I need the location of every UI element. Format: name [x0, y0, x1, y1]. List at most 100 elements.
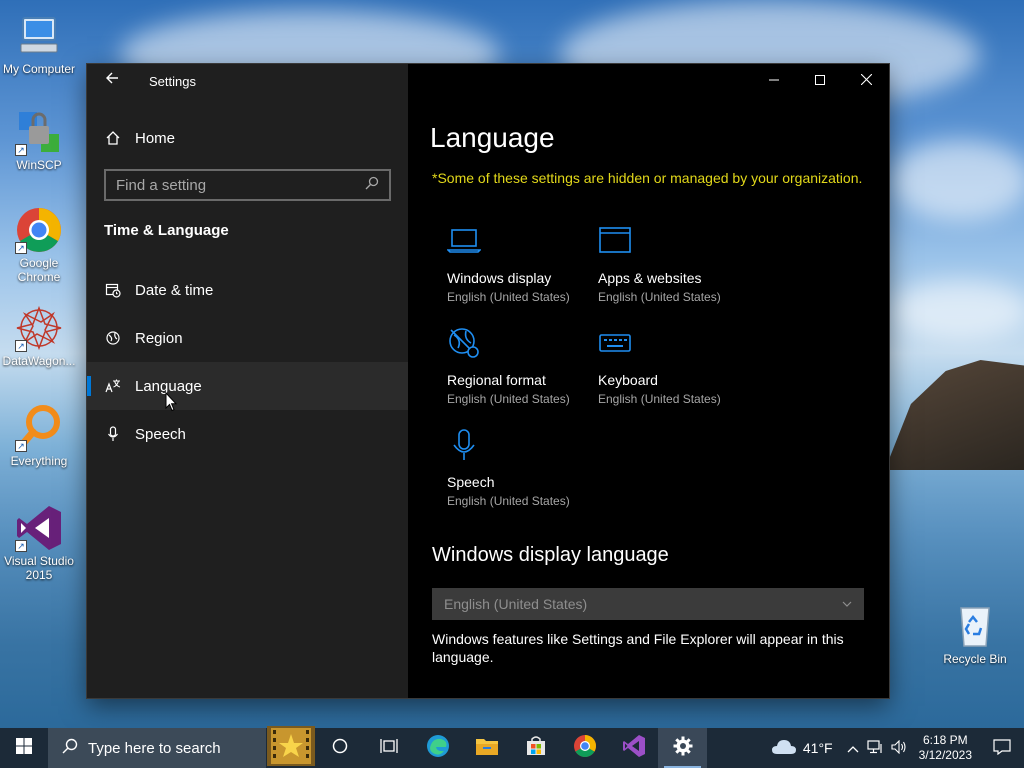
- find-setting-input[interactable]: Find a setting: [104, 169, 391, 201]
- tile-apps-websites[interactable]: Apps & websites English (United States): [598, 224, 748, 304]
- chevron-up-icon[interactable]: [847, 741, 859, 756]
- desktop-icon-everything[interactable]: ↗ Everything: [0, 404, 78, 468]
- display-language-description: Windows features like Settings and File …: [432, 631, 844, 665]
- sidebar-item-label: Date & time: [135, 281, 214, 299]
- window-title: Settings: [149, 74, 196, 89]
- tile-subtitle: English (United States): [447, 494, 570, 508]
- settings-window: Settings Home Find a setting Time & Lang…: [87, 64, 889, 698]
- back-button[interactable]: [97, 70, 127, 94]
- laptop-icon: [446, 224, 482, 258]
- close-icon: [860, 72, 872, 90]
- home-icon: [104, 129, 122, 147]
- weather-widget[interactable]: 41°F: [771, 739, 833, 758]
- app-window-icon: [598, 224, 632, 258]
- tile-windows-display[interactable]: Windows display English (United States): [446, 224, 597, 304]
- minimize-icon: [769, 72, 779, 90]
- taskbar-app-store[interactable]: [511, 728, 560, 768]
- desktop-icon-label: Recycle Bin: [943, 652, 1007, 666]
- store-bag-icon: [525, 735, 547, 762]
- minimize-button[interactable]: [751, 64, 797, 98]
- cortana-button[interactable]: [315, 728, 364, 768]
- clock[interactable]: 6:18 PM 3/12/2023: [911, 733, 980, 763]
- sidebar-item-region[interactable]: Region: [87, 314, 408, 362]
- taskbar-app-visual-studio[interactable]: [609, 728, 658, 768]
- tile-speech[interactable]: Speech English (United States): [447, 428, 597, 508]
- desktop-icon-recycle-bin[interactable]: Recycle Bin: [936, 602, 1014, 666]
- display-language-heading: Windows display language: [432, 544, 669, 566]
- film-star-icon: [266, 725, 315, 768]
- regional-format-icon: [447, 326, 481, 360]
- desktop-icon-google-chrome[interactable]: ↗ Google Chrome: [0, 206, 78, 284]
- sidebar-item-date-time[interactable]: Date & time: [87, 266, 408, 314]
- gear-icon: [673, 736, 693, 761]
- language-icon: [104, 377, 122, 395]
- sidebar-item-home[interactable]: Home: [87, 114, 408, 162]
- cloud-icon: [771, 739, 797, 758]
- chrome-icon: [573, 734, 597, 763]
- date-time-icon: [104, 281, 122, 299]
- taskbar-app-settings[interactable]: [658, 728, 707, 768]
- tile-name: Speech: [447, 474, 495, 490]
- visual-studio-icon: ↗: [15, 504, 63, 552]
- desktop-icon-my-computer[interactable]: My Computer: [0, 12, 78, 76]
- system-tray: 41°F 6:18 PM 3/12/2023: [771, 728, 1024, 768]
- taskbar-app-file-explorer[interactable]: [462, 728, 511, 768]
- mouse-cursor-icon: [165, 391, 178, 412]
- title-bar: Settings: [87, 64, 408, 98]
- organization-notice: *Some of these settings are hidden or ma…: [432, 170, 863, 186]
- recycle-bin-icon: [951, 602, 999, 650]
- page-title: Language: [430, 122, 555, 153]
- tile-regional-format[interactable]: Regional format English (United States): [447, 326, 597, 406]
- clock-date: 3/12/2023: [918, 748, 972, 762]
- desktop-icon-label: Google Chrome: [17, 256, 61, 284]
- action-center-button[interactable]: [980, 738, 1024, 758]
- tile-name: Windows display: [447, 270, 552, 286]
- settings-sidebar: Settings Home Find a setting Time & Lang…: [87, 64, 408, 698]
- sidebar-item-speech[interactable]: Speech: [87, 410, 408, 458]
- search-icon: [62, 738, 78, 758]
- maximize-icon: [815, 72, 825, 90]
- tile-keyboard[interactable]: Keyboard English (United States): [598, 326, 748, 406]
- winscp-icon: ↗: [15, 108, 63, 156]
- tile-subtitle: English (United States): [598, 290, 721, 304]
- taskbar-search-box[interactable]: Type here to search: [48, 728, 266, 768]
- tile-name: Apps & websites: [598, 270, 702, 286]
- close-button[interactable]: [843, 64, 889, 98]
- desktop-icon-datawagon[interactable]: ↗ DataWagon...: [0, 304, 78, 368]
- taskbar-app-media[interactable]: [266, 725, 315, 768]
- weather-temperature: 41°F: [802, 740, 833, 756]
- datawagon-icon: ↗: [15, 304, 63, 352]
- maximize-button[interactable]: [797, 64, 843, 98]
- start-button[interactable]: [0, 728, 48, 768]
- desktop-icon-label: WinSCP: [16, 158, 62, 172]
- taskbar-app-edge[interactable]: [413, 728, 462, 768]
- clock-time: 6:18 PM: [922, 733, 968, 747]
- taskbar-search-placeholder: Type here to search: [88, 739, 221, 757]
- tile-subtitle: English (United States): [598, 392, 721, 406]
- sidebar-section-heading: Time & Language: [104, 222, 229, 239]
- taskbar: Type here to search 41°F 6:18 PM 3/12/20…: [0, 725, 1024, 768]
- desktop-icon-label: Visual Studio 2015: [4, 554, 74, 582]
- volume-icon[interactable]: [891, 739, 907, 757]
- sidebar-item-label: Home: [135, 129, 176, 147]
- windows-logo-icon: [16, 737, 32, 759]
- sidebar-item-label: Speech: [135, 425, 186, 443]
- magnifier-icon: ↗: [15, 404, 63, 452]
- taskbar-app-chrome[interactable]: [560, 728, 609, 768]
- display-language-select[interactable]: English (United States): [432, 588, 864, 620]
- network-icon[interactable]: [867, 739, 883, 757]
- chevron-down-icon: [842, 596, 852, 612]
- folder-icon: [475, 736, 499, 761]
- cortana-circle-icon: [332, 738, 348, 759]
- task-view-button[interactable]: [364, 728, 413, 768]
- display-language-value: English (United States): [444, 596, 588, 612]
- tile-subtitle: English (United States): [447, 392, 570, 406]
- desktop-icon-visual-studio[interactable]: ↗ Visual Studio 2015: [0, 504, 78, 582]
- desktop-icon-label: DataWagon...: [2, 354, 76, 368]
- sidebar-item-label: Region: [135, 329, 183, 347]
- back-arrow-icon: [105, 72, 119, 89]
- desktop-icon-label: Everything: [10, 454, 68, 468]
- desktop-icon-winscp[interactable]: ↗ WinSCP: [0, 108, 78, 172]
- microphone-icon: [104, 425, 122, 443]
- sidebar-item-language[interactable]: Language: [87, 362, 408, 410]
